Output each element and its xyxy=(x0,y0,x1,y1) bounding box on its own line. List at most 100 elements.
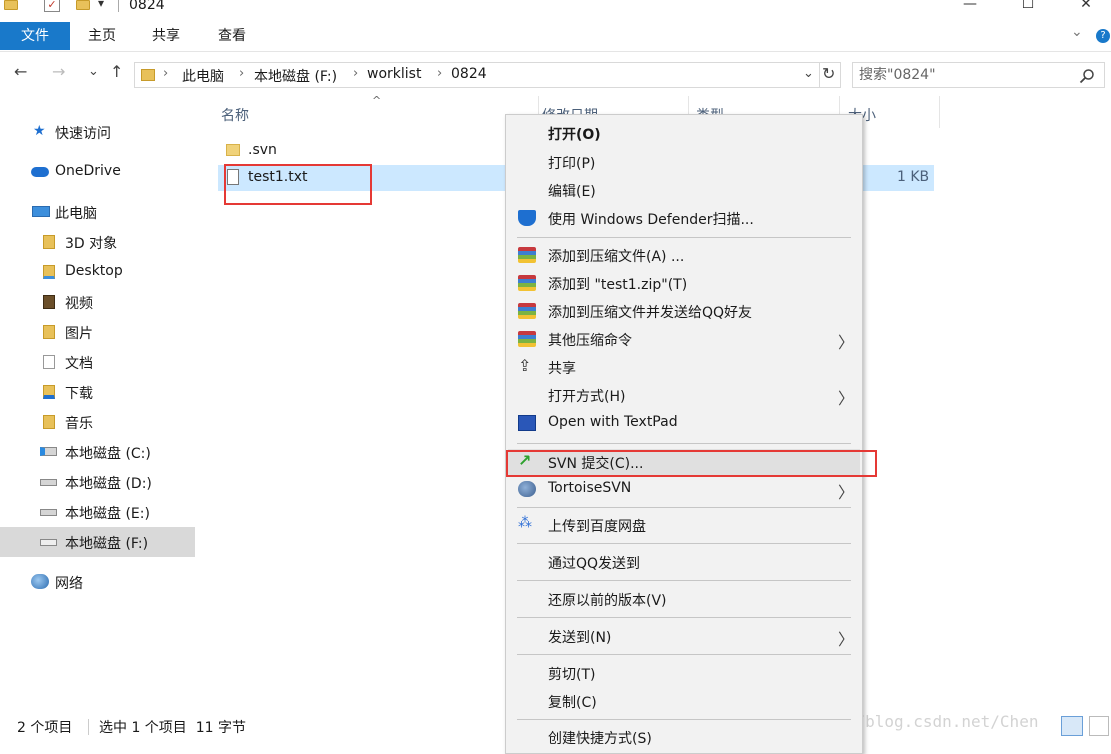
back-button[interactable]: ← xyxy=(14,62,27,81)
nav-label: 本地磁盘 (D:) xyxy=(65,476,152,492)
menu-item-open[interactable]: 打开(O) xyxy=(508,120,860,146)
menu-item-tortoisesvn[interactable]: TortoiseSVN 〉 xyxy=(508,476,860,502)
nav-label: Desktop xyxy=(65,263,123,279)
menu-item-open-textpad[interactable]: Open with TextPad xyxy=(508,410,860,436)
music-folder-icon xyxy=(43,415,55,429)
menu-item-create-shortcut[interactable]: 创建快捷方式(S) xyxy=(508,724,860,750)
breadcrumb-separator[interactable]: › xyxy=(163,66,168,81)
nav-pictures[interactable]: 图片 xyxy=(0,317,195,347)
close-button[interactable]: ✕ xyxy=(1066,0,1106,16)
nav-label: 网络 xyxy=(55,576,83,592)
menu-item-label: 打印(P) xyxy=(548,156,596,172)
column-divider[interactable] xyxy=(939,96,940,128)
nav-drive-c[interactable]: 本地磁盘 (C:) xyxy=(0,437,195,467)
menu-item-print[interactable]: 打印(P) xyxy=(508,149,860,175)
breadcrumb-separator[interactable]: › xyxy=(239,66,244,81)
menu-item-baidu-upload[interactable]: ⁂ 上传到百度网盘 xyxy=(508,512,860,538)
search-box[interactable] xyxy=(852,62,1105,88)
nav-label: 本地磁盘 (E:) xyxy=(65,506,150,522)
nav-music[interactable]: 音乐 xyxy=(0,407,195,437)
menu-item-send-via-qq[interactable]: 通过QQ发送到 xyxy=(508,549,860,575)
menu-item-add-to-archive[interactable]: 添加到压缩文件(A) ... xyxy=(508,242,860,268)
nav-drive-d[interactable]: 本地磁盘 (D:) xyxy=(0,467,195,497)
menu-separator xyxy=(517,617,851,618)
tab-view[interactable]: 查看 xyxy=(208,22,256,50)
drive-icon xyxy=(40,539,57,546)
menu-item-add-to-zip[interactable]: 添加到 "test1.zip"(T) xyxy=(508,270,860,296)
menu-item-label: 共享 xyxy=(548,361,576,377)
nav-onedrive[interactable]: OneDrive xyxy=(0,157,195,187)
menu-item-edit[interactable]: 编辑(E) xyxy=(508,177,860,203)
menu-item-copy[interactable]: 复制(C) xyxy=(508,688,860,714)
address-dropdown-icon[interactable]: ⌄ xyxy=(803,66,814,81)
menu-item-label: 其他压缩命令 xyxy=(548,333,632,349)
nav-drive-f[interactable]: 本地磁盘 (F:) xyxy=(0,527,195,557)
nav-downloads[interactable]: 下载 xyxy=(0,377,195,407)
winrar-icon xyxy=(518,331,536,347)
ribbon-expand-icon[interactable]: ⌄ xyxy=(1071,24,1083,40)
nav-label: 本地磁盘 (C:) xyxy=(65,446,151,462)
menu-item-label: 编辑(E) xyxy=(548,184,596,200)
nav-videos[interactable]: 视频 xyxy=(0,287,195,317)
menu-item-cut[interactable]: 剪切(T) xyxy=(508,660,860,686)
status-divider xyxy=(88,719,89,735)
tab-file[interactable]: 文件 xyxy=(0,22,70,50)
up-button[interactable]: ↑ xyxy=(110,62,123,81)
nav-label: 本地磁盘 (F:) xyxy=(65,536,149,552)
address-bar[interactable]: › 此电脑 › 本地磁盘 (F:) › worklist › 0824 ⌄ ↻ xyxy=(134,62,841,88)
menu-item-open-with[interactable]: 打开方式(H) 〉 xyxy=(508,382,860,408)
column-header-name[interactable]: 名称 xyxy=(221,105,249,125)
menu-separator xyxy=(517,654,851,655)
forward-button[interactable]: → xyxy=(52,62,65,81)
nav-documents[interactable]: 文档 xyxy=(0,347,195,377)
nav-label: 文档 xyxy=(65,356,93,372)
tab-home[interactable]: 主页 xyxy=(78,22,126,50)
network-icon xyxy=(31,574,49,589)
menu-separator xyxy=(517,580,851,581)
nav-quick-access[interactable]: ★ 快速访问 xyxy=(0,117,195,147)
menu-item-other-compress[interactable]: 其他压缩命令 〉 xyxy=(508,326,860,352)
nav-this-pc[interactable]: 此电脑 xyxy=(0,197,195,227)
ribbon: 文件 主页 共享 查看 ⌄ ? xyxy=(0,20,1111,52)
menu-item-label: Open with TextPad xyxy=(548,414,678,430)
nav-label: 音乐 xyxy=(65,416,93,432)
search-input[interactable] xyxy=(859,65,1069,85)
submenu-arrow-icon: 〉 xyxy=(838,630,855,649)
menu-item-send-to[interactable]: 发送到(N) 〉 xyxy=(508,623,860,649)
menu-item-compress-send-qq[interactable]: 添加到压缩文件并发送给QQ好友 xyxy=(508,298,860,324)
recent-locations-button[interactable]: ⌄ xyxy=(88,64,99,79)
customize-quick-access-icon[interactable]: ▾ xyxy=(98,0,104,10)
nav-network[interactable]: 网络 xyxy=(0,567,195,597)
breadcrumb-separator[interactable]: › xyxy=(437,66,442,81)
breadcrumb-this-pc[interactable]: 此电脑 xyxy=(182,66,224,86)
menu-item-label: 复制(C) xyxy=(548,695,597,711)
breadcrumb-separator[interactable]: › xyxy=(353,66,358,81)
tab-share[interactable]: 共享 xyxy=(142,22,190,50)
menu-item-label: 剪切(T) xyxy=(548,667,596,683)
breadcrumb-0824[interactable]: 0824 xyxy=(451,66,487,82)
menu-item-label: 使用 Windows Defender扫描... xyxy=(548,212,754,228)
details-view-icon[interactable] xyxy=(1061,716,1083,736)
breadcrumb-worklist[interactable]: worklist xyxy=(367,66,421,82)
nav-3d-objects[interactable]: 3D 对象 xyxy=(0,227,195,257)
maximize-button[interactable]: ☐ xyxy=(1008,0,1048,16)
large-icons-view-icon[interactable] xyxy=(1089,716,1109,736)
menu-item-label: 上传到百度网盘 xyxy=(548,519,646,535)
refresh-icon[interactable]: ↻ xyxy=(822,64,835,83)
menu-item-defender-scan[interactable]: 使用 Windows Defender扫描... xyxy=(508,205,860,231)
new-folder-icon[interactable] xyxy=(76,0,90,10)
help-icon[interactable]: ? xyxy=(1096,29,1110,43)
nav-desktop[interactable]: Desktop xyxy=(0,257,195,287)
minimize-button[interactable]: — xyxy=(950,0,990,16)
nav-drive-e[interactable]: 本地磁盘 (E:) xyxy=(0,497,195,527)
properties-icon[interactable]: ✓ xyxy=(44,0,60,12)
menu-item-restore-versions[interactable]: 还原以前的版本(V) xyxy=(508,586,860,612)
desktop-folder-icon xyxy=(43,265,55,279)
nav-label: 3D 对象 xyxy=(65,236,118,252)
search-icon[interactable] xyxy=(1079,68,1095,84)
sort-ascending-icon: ^ xyxy=(372,94,382,107)
share-icon: ⇪ xyxy=(518,356,532,375)
file-size: 1 KB xyxy=(897,169,930,185)
breadcrumb-drive-f[interactable]: 本地磁盘 (F:) xyxy=(254,66,337,86)
menu-item-share[interactable]: ⇪ 共享 xyxy=(508,354,860,380)
